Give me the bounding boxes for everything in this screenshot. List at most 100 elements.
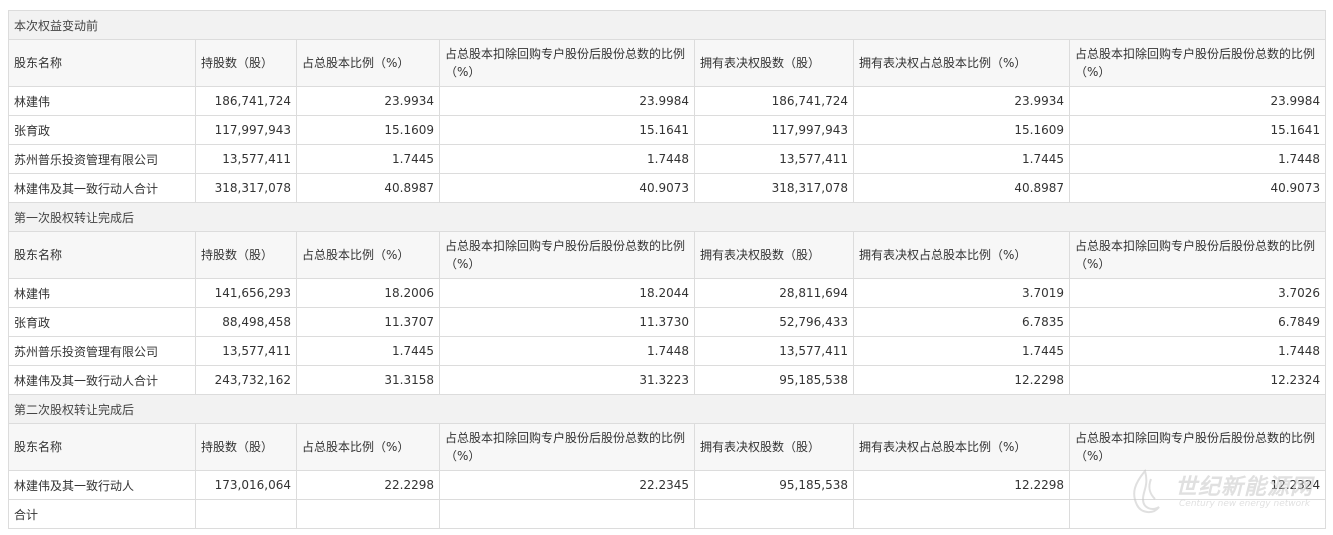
shareholder-name-cell: 苏州普乐投资管理有限公司 — [8, 144, 196, 174]
section-row: 第一次股权转让完成后 — [7, 202, 1327, 232]
value-cell: 1.7448 — [1068, 144, 1327, 174]
section-title: 本次权益变动前 — [7, 10, 1327, 40]
value-cell: 1.7448 — [1068, 336, 1327, 366]
value-cell: 23.9934 — [296, 86, 440, 116]
header-row: 股东名称 持股数（股） 占总股本比例（%） 占总股本扣除回购专户股份后股份总数的比例（… — [8, 39, 1327, 87]
value-cell: 6.7835 — [853, 307, 1070, 337]
section-title: 第一次股权转让完成后 — [7, 202, 1327, 232]
value-cell: 28,811,694 — [694, 278, 854, 308]
value-cell: 173,016,064 — [195, 470, 297, 500]
value-cell — [694, 499, 854, 529]
table-row: 合计 — [8, 499, 1327, 529]
section-title: 第二次股权转让完成后 — [7, 394, 1327, 424]
table-row: 林建伟及其一致行动人合计 318,317,078 40.8987 40.9073 318… — [8, 173, 1327, 203]
value-cell: 13,577,411 — [195, 336, 297, 366]
value-cell: 117,997,943 — [195, 115, 297, 145]
column-header: 拥有表决权占总股本比例（%） — [853, 39, 1070, 87]
value-cell — [853, 499, 1070, 529]
shareholder-name-cell: 林建伟及其一致行动人 — [8, 470, 196, 500]
table-row: 林建伟及其一致行动人合计 243,732,162 31.3158 31.3223 95,… — [8, 365, 1327, 395]
table-row: 苏州普乐投资管理有限公司 13,577,411 1.7445 1.7448 13,577… — [8, 336, 1327, 366]
shareholder-name-cell: 张育政 — [8, 307, 196, 337]
value-cell: 1.7445 — [296, 336, 440, 366]
column-header: 占总股本扣除回购专户股份后股份总数的比例（%） — [1068, 39, 1327, 87]
value-cell: 1.7448 — [439, 144, 695, 174]
value-cell: 95,185,538 — [694, 470, 854, 500]
value-cell: 40.8987 — [853, 173, 1070, 203]
column-header: 拥有表决权占总股本比例（%） — [853, 231, 1070, 279]
value-cell: 13,577,411 — [694, 336, 854, 366]
value-cell: 22.2345 — [439, 470, 695, 500]
value-cell: 3.7026 — [1068, 278, 1327, 308]
column-header: 股东名称 — [8, 423, 196, 471]
column-header: 拥有表决权股数（股） — [694, 231, 854, 279]
value-cell: 11.3730 — [439, 307, 695, 337]
value-cell: 12.2298 — [853, 470, 1070, 500]
value-cell: 13,577,411 — [694, 144, 854, 174]
shareholder-name-cell: 张育政 — [8, 115, 196, 145]
value-cell: 23.9984 — [1068, 86, 1327, 116]
value-cell: 1.7445 — [853, 336, 1070, 366]
column-header: 拥有表决权占总股本比例（%） — [853, 423, 1070, 471]
column-header: 占总股本扣除回购专户股份后股份总数的比例（%） — [439, 423, 695, 471]
value-cell: 318,317,078 — [694, 173, 854, 203]
column-header: 拥有表决权股数（股） — [694, 39, 854, 87]
value-cell: 12.2298 — [853, 365, 1070, 395]
shareholder-name-cell: 苏州普乐投资管理有限公司 — [8, 336, 196, 366]
value-cell: 40.8987 — [296, 173, 440, 203]
value-cell: 1.7448 — [439, 336, 695, 366]
value-cell: 13,577,411 — [195, 144, 297, 174]
value-cell: 1.7445 — [296, 144, 440, 174]
column-header: 占总股本扣除回购专户股份后股份总数的比例（%） — [439, 39, 695, 87]
value-cell — [1068, 499, 1327, 529]
shareholding-table: 本次权益变动前 股东名称 持股数（股） 占总股本比例（%） 占总股本扣除回购专户股份后股… — [7, 10, 1327, 529]
value-cell: 23.9934 — [853, 86, 1070, 116]
value-cell: 12.2324 — [1068, 365, 1327, 395]
value-cell: 52,796,433 — [694, 307, 854, 337]
value-cell: 31.3158 — [296, 365, 440, 395]
value-cell: 1.7445 — [853, 144, 1070, 174]
value-cell: 3.7019 — [853, 278, 1070, 308]
value-cell: 243,732,162 — [195, 365, 297, 395]
value-cell: 40.9073 — [1068, 173, 1327, 203]
section-row: 本次权益变动前 — [7, 10, 1327, 40]
table-row: 张育政 117,997,943 15.1609 15.1641 117,997,943 1… — [8, 115, 1327, 145]
column-header: 股东名称 — [8, 39, 196, 87]
value-cell: 15.1609 — [853, 115, 1070, 145]
column-header: 占总股本扣除回购专户股份后股份总数的比例（%） — [1068, 231, 1327, 279]
value-cell: 40.9073 — [439, 173, 695, 203]
value-cell: 95,185,538 — [694, 365, 854, 395]
section-row: 第二次股权转让完成后 — [7, 394, 1327, 424]
value-cell: 15.1609 — [296, 115, 440, 145]
shareholder-name-cell: 林建伟及其一致行动人合计 — [8, 173, 196, 203]
value-cell: 22.2298 — [296, 470, 440, 500]
value-cell: 88,498,458 — [195, 307, 297, 337]
table-row: 张育政 88,498,458 11.3707 11.3730 52,796,433 6.7… — [8, 307, 1327, 337]
value-cell: 23.9984 — [439, 86, 695, 116]
column-header: 持股数（股） — [195, 231, 297, 279]
shareholder-name-cell: 林建伟 — [8, 86, 196, 116]
value-cell — [439, 499, 695, 529]
value-cell: 318,317,078 — [195, 173, 297, 203]
table-row: 林建伟 141,656,293 18.2006 18.2044 28,811,694 3.… — [8, 278, 1327, 308]
column-header: 股东名称 — [8, 231, 196, 279]
value-cell: 12.2324 — [1068, 470, 1327, 500]
table-row: 苏州普乐投资管理有限公司 13,577,411 1.7445 1.7448 13,577… — [8, 144, 1327, 174]
value-cell — [296, 499, 440, 529]
table-row: 林建伟及其一致行动人 173,016,064 22.2298 22.2345 95,18… — [8, 470, 1327, 500]
column-header: 占总股本扣除回购专户股份后股份总数的比例（%） — [439, 231, 695, 279]
value-cell: 15.1641 — [439, 115, 695, 145]
value-cell: 15.1641 — [1068, 115, 1327, 145]
value-cell: 141,656,293 — [195, 278, 297, 308]
value-cell: 186,741,724 — [195, 86, 297, 116]
column-header: 占总股本比例（%） — [296, 231, 440, 279]
value-cell: 18.2044 — [439, 278, 695, 308]
table-row: 林建伟 186,741,724 23.9934 23.9984 186,741,724 2… — [8, 86, 1327, 116]
header-row: 股东名称 持股数（股） 占总股本比例（%） 占总股本扣除回购专户股份后股份总数的比例（… — [8, 423, 1327, 471]
shareholder-name-cell: 林建伟及其一致行动人合计 — [8, 365, 196, 395]
value-cell: 6.7849 — [1068, 307, 1327, 337]
column-header: 占总股本比例（%） — [296, 423, 440, 471]
value-cell: 18.2006 — [296, 278, 440, 308]
shareholder-name-cell: 合计 — [8, 499, 196, 529]
column-header: 持股数（股） — [195, 39, 297, 87]
